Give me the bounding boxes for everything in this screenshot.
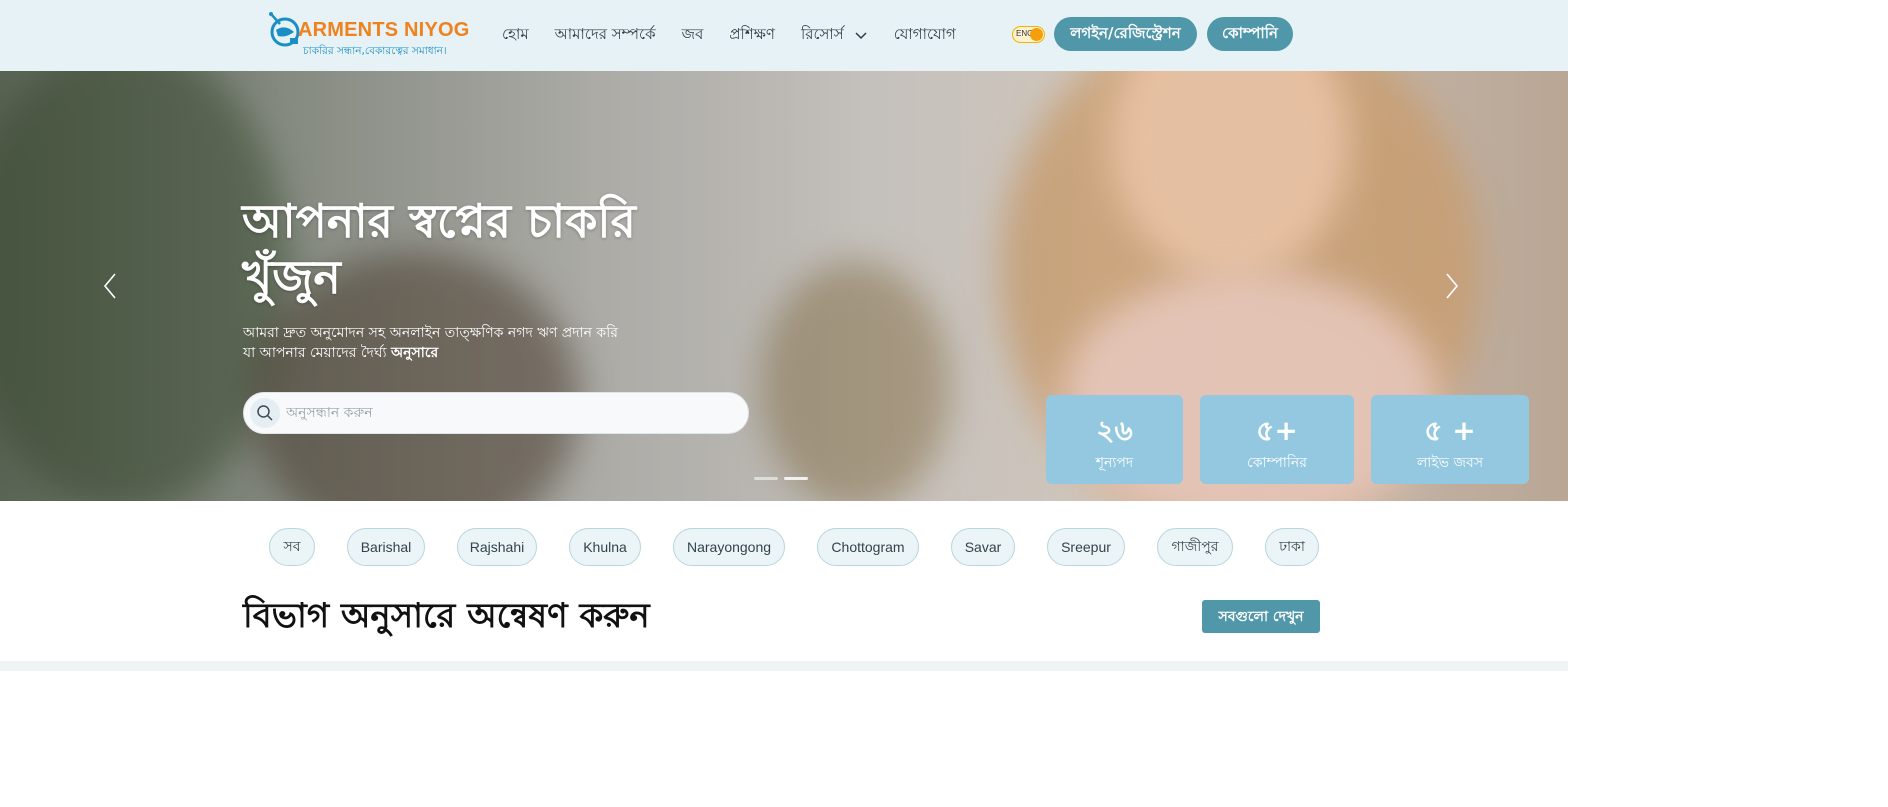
stat-card-vacancies: ২৬ শূন্যপদ — [1046, 395, 1183, 484]
stat-card-live-jobs: ৫ + লাইভ জবস — [1371, 395, 1529, 484]
stat-label: শূন্যপদ — [1095, 455, 1134, 471]
carousel-dot-2[interactable] — [784, 477, 808, 480]
main-nav: হোম আমাদের সম্পর্কে জব প্রশিক্ষণ রিসোর্স… — [502, 22, 982, 48]
chip-dhaka[interactable]: ঢাকা — [1265, 528, 1319, 566]
hero-banner: আপনার স্বপ্নের চাকরি খুঁজুন আমরা দ্রুত অ… — [0, 71, 1568, 501]
nav-item-contact[interactable]: যোগাযোগ — [894, 23, 956, 48]
stat-value: ৫+ — [1256, 414, 1298, 447]
carousel-dot-1[interactable] — [754, 477, 778, 480]
stat-label: কোম্পানির — [1247, 455, 1307, 471]
chip-all[interactable]: সব — [269, 528, 315, 566]
stat-value: ২৬ — [1096, 414, 1133, 447]
brand-tagline: চাকরির সন্ধান,বেকারত্বের সমাধান। — [303, 45, 447, 57]
toggle-knob — [1030, 28, 1043, 41]
chip-chottogram[interactable]: Chottogram — [817, 528, 919, 566]
chip-savar[interactable]: Savar — [951, 528, 1015, 566]
nav-item-resources-label: রিসোর্স — [800, 24, 844, 43]
nav-item-resources[interactable]: রিসোর্স — [801, 23, 868, 48]
nav-item-jobs[interactable]: জব — [682, 23, 704, 48]
stat-card-companies: ৫+ কোম্পানির — [1200, 395, 1354, 484]
brand-title: ARMENTS NIYOG — [298, 19, 470, 41]
job-search-bar — [243, 392, 749, 434]
brand-logo[interactable]: ARMENTS NIYOG চাকরির সন্ধান,বেকারত্বের স… — [268, 10, 469, 62]
language-toggle[interactable]: ENG — [1012, 26, 1045, 43]
nav-item-training[interactable]: প্রশিক্ষণ — [729, 23, 775, 48]
hero-subtitle-bold: অনুসারে — [391, 345, 439, 361]
company-button[interactable]: কোম্পানি — [1207, 17, 1293, 51]
section-title: বিভাগ অনুসারে অন্বেষণ করুন — [243, 596, 650, 636]
chip-rajshahi[interactable]: Rajshahi — [457, 528, 537, 566]
stat-value: ৫ + — [1424, 414, 1476, 447]
search-button[interactable] — [250, 398, 280, 428]
nav-item-about[interactable]: আমাদের সম্পর্কে — [555, 23, 656, 48]
login-register-button[interactable]: লগইন/রেজিস্ট্রেশন — [1054, 17, 1197, 51]
stat-label: লাইভ জবস — [1416, 455, 1484, 471]
search-input[interactable] — [286, 400, 726, 426]
chip-khulna[interactable]: Khulna — [569, 528, 641, 566]
nav-item-home[interactable]: হোম — [502, 23, 529, 48]
g-globe-logo-icon — [269, 12, 300, 47]
chip-sreepur[interactable]: Sreepur — [1047, 528, 1125, 566]
chevron-down-icon — [855, 32, 867, 40]
carousel-indicators — [754, 477, 814, 480]
carousel-prev-arrow-icon[interactable] — [100, 271, 120, 301]
chip-narayongong[interactable]: Narayongong — [673, 528, 785, 566]
chip-gazipur[interactable]: গাজীপুর — [1157, 528, 1233, 566]
chip-barishal[interactable]: Barishal — [347, 528, 425, 566]
view-all-button[interactable]: সবগুলো দেখুন — [1202, 600, 1320, 633]
hero-subtitle: আমরা দ্রুত অনুমোদন সহ অনলাইন তাত্ক্ষণিক … — [243, 323, 623, 363]
site-header: ARMENTS NIYOG চাকরির সন্ধান,বেকারত্বের স… — [0, 0, 1568, 71]
search-icon — [257, 405, 273, 421]
section-divider — [0, 661, 1568, 671]
carousel-next-arrow-icon[interactable] — [1442, 271, 1462, 301]
hero-title: আপনার স্বপ্নের চাকরি খুঁজুন — [242, 194, 636, 304]
